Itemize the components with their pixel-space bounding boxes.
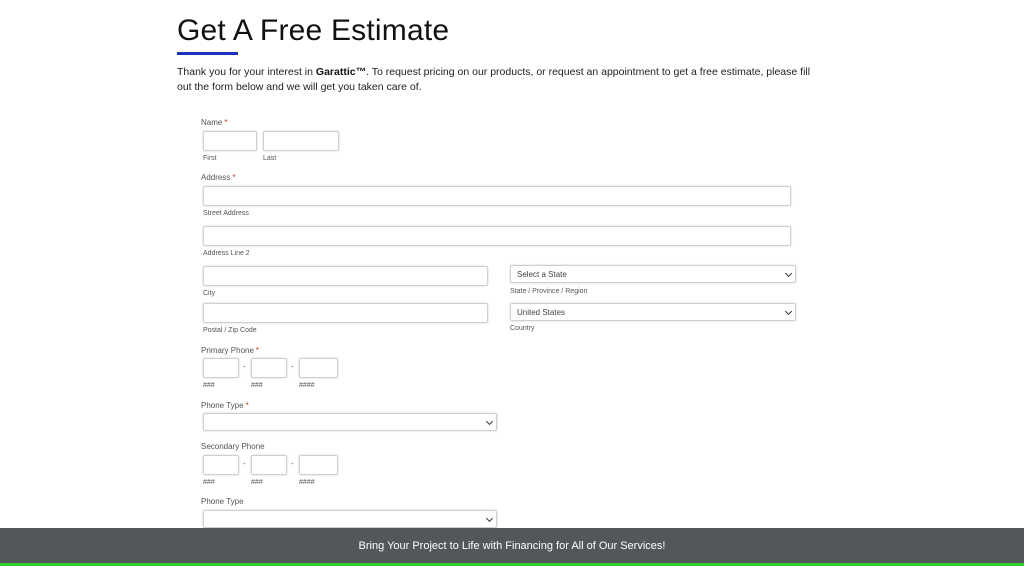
secondary-phone-prefix-input[interactable] [251, 455, 287, 475]
title-underline [177, 52, 238, 55]
primary-phone-label: Primary Phone * [201, 346, 259, 355]
city-input[interactable] [203, 266, 488, 286]
state-select-value: Select a State [517, 269, 567, 279]
phone-separator: - [243, 362, 246, 371]
intro-before: Thank you for your interest in [177, 66, 316, 78]
secondary-phone-line-input[interactable] [299, 455, 338, 475]
address-line2-sublabel: Address Line 2 [203, 250, 250, 257]
last-name-input[interactable] [263, 131, 339, 151]
secondary-phone-line-sublabel: #### [299, 479, 315, 486]
secondary-phone-prefix-sublabel: ### [251, 479, 263, 486]
financing-banner[interactable]: Bring Your Project to Life with Financin… [0, 528, 1024, 563]
brand-name: Garattic™ [315, 66, 367, 78]
first-name-sublabel: First [203, 155, 217, 162]
page-title: Get A Free Estimate [177, 14, 450, 47]
phone-type-2-label: Phone Type [201, 497, 244, 506]
primary-phone-line-input[interactable] [299, 358, 338, 378]
primary-phone-label-text: Primary Phone [201, 346, 254, 355]
secondary-phone-label-text: Secondary Phone [201, 442, 265, 451]
secondary-phone-area-sublabel: ### [203, 479, 215, 486]
primary-phone-area-sublabel: ### [203, 382, 215, 389]
primary-phone-prefix-input[interactable] [251, 358, 287, 378]
primary-phone-prefix-sublabel: ### [251, 382, 263, 389]
primary-phone-line-sublabel: #### [299, 382, 315, 389]
phone-type-label: Phone Type * [201, 401, 249, 410]
country-select-value: United States [517, 307, 566, 317]
name-label: Name * [201, 118, 227, 127]
intro-paragraph: Thank you for your interest in Garattic™… [177, 65, 827, 95]
first-name-input[interactable] [203, 131, 257, 151]
name-label-text: Name [201, 118, 223, 127]
street-address-sublabel: Street Address [203, 210, 249, 217]
address-label-text: Address [201, 173, 231, 182]
primary-phone-area-input[interactable] [203, 358, 239, 378]
zip-code-input[interactable] [203, 303, 488, 323]
phone-type-2-select[interactable] [203, 510, 497, 528]
chevron-down-icon [784, 269, 793, 278]
country-select[interactable]: United States [510, 303, 796, 321]
chevron-down-icon [485, 514, 494, 523]
required-marker: * [255, 346, 260, 355]
address-label: Address * [201, 173, 235, 182]
phone-type-select[interactable] [203, 413, 497, 431]
phone-separator: - [243, 459, 246, 468]
phone-type-label-text: Phone Type [201, 401, 244, 410]
chevron-down-icon [784, 307, 793, 316]
phone-separator: - [291, 362, 294, 371]
estimate-page: Get A Free Estimate Thank you for your i… [0, 0, 1024, 566]
state-select[interactable]: Select a State [510, 265, 796, 283]
phone-type-2-label-text: Phone Type [201, 497, 244, 506]
required-marker: * [245, 401, 249, 410]
street-address-input[interactable] [203, 186, 791, 206]
secondary-phone-label: Secondary Phone [201, 442, 265, 451]
country-sublabel: Country [510, 325, 535, 332]
financing-banner-text: Bring Your Project to Life with Financin… [358, 539, 666, 552]
required-marker: * [224, 118, 228, 127]
zip-code-sublabel: Postal / Zip Code [203, 327, 257, 334]
last-name-sublabel: Last [263, 155, 277, 162]
chevron-down-icon [485, 417, 494, 426]
secondary-phone-area-input[interactable] [203, 455, 239, 475]
required-marker: * [232, 173, 236, 182]
state-sublabel: State / Province / Region [510, 288, 588, 295]
address-line2-input[interactable] [203, 226, 791, 246]
phone-separator: - [291, 459, 294, 468]
city-sublabel: City [203, 290, 216, 297]
